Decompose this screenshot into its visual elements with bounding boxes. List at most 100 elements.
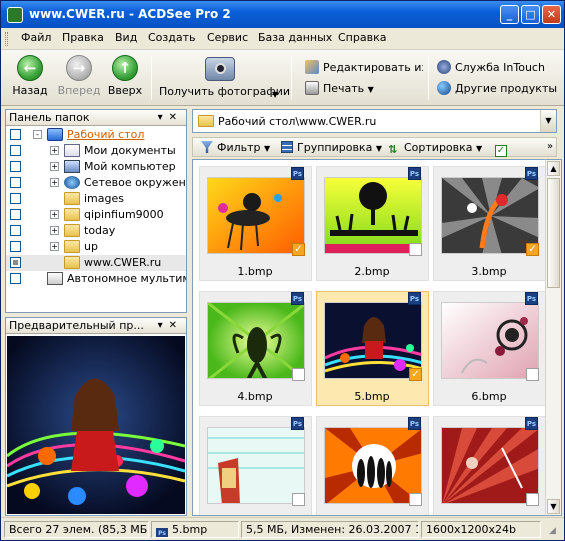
tree-checkbox[interactable]	[10, 209, 21, 220]
back-button[interactable]: ← Назад	[11, 55, 49, 97]
expand-icon[interactable]: +	[50, 210, 59, 219]
grip-handle[interactable]	[5, 32, 8, 46]
minimize-button[interactable]: _	[500, 5, 519, 24]
thumbnail-checkbox[interactable]	[526, 368, 539, 381]
toolbar-separator	[291, 56, 292, 100]
vertical-scrollbar[interactable]: ▲ ▼	[545, 159, 562, 516]
address-input[interactable]: Рабочий стол\www.CWER.ru	[218, 115, 376, 128]
thumbnail-item[interactable]: Ps	[196, 412, 314, 515]
resize-grip-icon[interactable]: ◢	[549, 526, 556, 536]
back-label: Назад	[12, 84, 48, 97]
photoshop-file-icon: Ps	[525, 292, 538, 305]
thumbnail-caption: 3.bmp	[471, 265, 507, 278]
tree-item[interactable]: + Сетевое окружение	[6, 175, 186, 191]
forward-label: Вперед	[57, 84, 101, 97]
intouch-button[interactable]: Служба InTouch	[437, 60, 545, 74]
print-button[interactable]: Печать ▼	[305, 81, 374, 95]
tree-item[interactable]: + today	[6, 223, 186, 239]
address-dropdown-button[interactable]: ▼	[540, 110, 556, 132]
get-photos-label: Получить фотографии	[159, 85, 291, 98]
thumbnail-item[interactable]: Ps 4.bmp	[196, 287, 314, 410]
thumbnail-caption: 4.bmp	[237, 390, 273, 403]
address-bar[interactable]: Рабочий стол\www.CWER.ru ▼	[192, 109, 557, 133]
tree-checkbox[interactable]	[10, 273, 21, 284]
up-button[interactable]: ↑ Вверх	[105, 55, 145, 97]
thumbnail-item[interactable]: Ps 2.bmp	[313, 162, 431, 285]
collapse-icon[interactable]: -	[33, 130, 42, 139]
thumbnail-item[interactable]: Ps	[430, 412, 545, 515]
thumbnail-checkbox[interactable]	[292, 493, 305, 506]
tree-checkbox[interactable]	[10, 177, 21, 188]
close-button[interactable]: ✕	[542, 5, 561, 24]
tree-item[interactable]: www.CWER.ru	[6, 255, 186, 271]
dropdown-arrow-icon: ▼	[476, 144, 483, 153]
thumbnail-item[interactable]: Ps	[313, 412, 431, 515]
tree-checkbox[interactable]	[10, 129, 21, 140]
title-bar[interactable]: www.CWER.ru - ACDSee Pro 2 _ □ ✕	[1, 1, 564, 28]
tree-item[interactable]: Автономное мультимед	[6, 271, 186, 287]
thumbnail-item[interactable]: Ps ✓ 5.bmp	[313, 287, 431, 410]
tree-checkbox[interactable]	[10, 161, 21, 172]
tree-checkbox[interactable]	[10, 241, 21, 252]
select-button[interactable]: ✓	[495, 141, 511, 157]
photoshop-file-icon: Ps	[408, 167, 421, 180]
thumbnail-caption: 6.bmp	[471, 390, 507, 403]
tree-item[interactable]: + up	[6, 239, 186, 255]
edit-image-button[interactable]: Редактировать изо	[305, 60, 423, 74]
menu-create[interactable]: Создать	[148, 31, 196, 44]
menu-tools[interactable]: Сервис	[207, 31, 248, 44]
maximize-button[interactable]: □	[521, 5, 540, 24]
group-button[interactable]: Группировка ▼	[281, 141, 382, 154]
status-file: Ps 5.bmp	[151, 521, 239, 538]
filter-icon	[201, 141, 213, 153]
tree-checkbox[interactable]	[10, 145, 21, 156]
tree-checkbox[interactable]	[10, 225, 21, 236]
thumbnail-item[interactable]: Ps ✓ 1.bmp	[196, 162, 314, 285]
filter-button[interactable]: Фильтр ▼	[201, 141, 270, 154]
status-bar: Всего 27 элем. (85,3 МБ) Ps 5.bmp 5,5 МБ,…	[1, 517, 564, 540]
thumbnail-item[interactable]: Ps ✓ 3.bmp	[430, 162, 545, 285]
thumbnail-grid: Ps ✓ 1.bmp Ps 2.bmp Ps ✓ 3.bmp Ps 4.bmp Ps ✓ 5.bmp Ps…	[192, 159, 545, 516]
tree-item[interactable]: + Мои документы	[6, 143, 186, 159]
tree-item[interactable]: + qipinfium9000	[6, 207, 186, 223]
tree-item[interactable]: images	[6, 191, 186, 207]
app-icon	[7, 7, 23, 23]
expand-icon[interactable]: +	[50, 162, 59, 171]
menu-view[interactable]: Вид	[115, 31, 137, 44]
expand-icon[interactable]: +	[50, 226, 59, 235]
scroll-up-button[interactable]: ▲	[547, 161, 560, 176]
tree-item[interactable]: + Мой компьютер	[6, 159, 186, 175]
tree-checkbox[interactable]	[10, 193, 21, 204]
thumbnail-checkbox[interactable]: ✓	[409, 368, 422, 381]
menu-edit[interactable]: Правка	[62, 31, 104, 44]
app-window: www.CWER.ru - ACDSee Pro 2 _ □ ✕ Файл Пр…	[0, 0, 565, 541]
thumbnail-checkbox[interactable]	[409, 243, 422, 256]
thumbnail-checkbox[interactable]	[526, 493, 539, 506]
thumbnail-checkbox[interactable]	[409, 493, 422, 506]
expand-icon[interactable]: +	[50, 146, 59, 155]
tree-item-label: up	[84, 240, 98, 253]
toolbar-overflow-button[interactable]: »	[547, 141, 553, 152]
thumbnail-checkbox[interactable]: ✓	[526, 243, 539, 256]
expand-icon[interactable]: +	[50, 178, 59, 187]
expand-icon[interactable]: +	[50, 242, 59, 251]
thumbnail-item[interactable]: Ps 6.bmp	[430, 287, 545, 410]
tree-checkbox[interactable]	[10, 257, 21, 268]
menu-database[interactable]: База данных	[258, 31, 332, 44]
other-products-button[interactable]: Другие продукты	[437, 81, 557, 95]
scrollbar-thumb[interactable]	[547, 178, 560, 288]
menu-file[interactable]: Файл	[21, 31, 51, 44]
tree-item[interactable]: - Рабочий стол	[6, 127, 186, 143]
thumbnail-checkbox[interactable]	[292, 368, 305, 381]
media-icon	[47, 272, 63, 285]
get-photos-button[interactable]: Получить фотографии ▼	[159, 55, 291, 99]
scroll-down-button[interactable]: ▼	[547, 499, 560, 514]
panel-buttons[interactable]: ▾✕	[158, 318, 183, 333]
thumbnail-checkbox[interactable]: ✓	[292, 243, 305, 256]
camera-icon	[205, 57, 235, 81]
sort-button[interactable]: ⇅ Сортировка ▼	[388, 141, 482, 156]
forward-button[interactable]: → Вперед	[55, 55, 103, 97]
thumbnail-caption: 1.bmp	[237, 265, 273, 278]
menu-help[interactable]: Справка	[338, 31, 386, 44]
panel-buttons[interactable]: ▾✕	[158, 110, 183, 125]
